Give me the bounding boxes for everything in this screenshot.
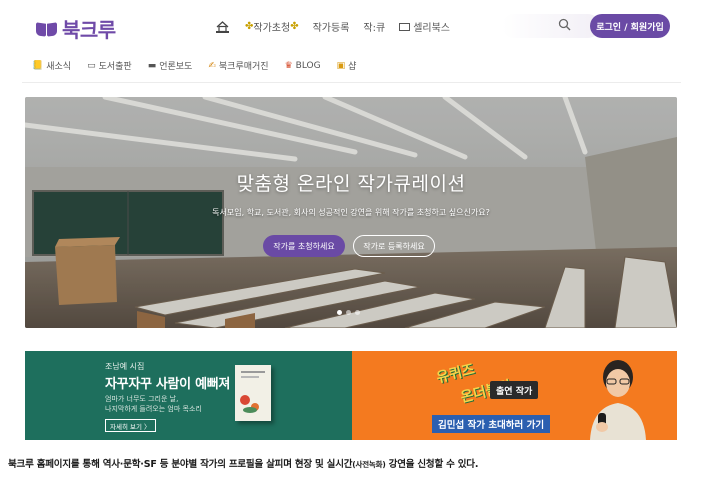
subnav-item-blog[interactable]: ♛ BLOG <box>285 61 321 71</box>
nav-item-label: 작:큐 <box>363 23 386 34</box>
screenshot-frame: 북크루 ✤ 작가초청 ✤ 작가등록 작:큐 셀리북스 로그인 / 회원가입 📒 … <box>0 0 701 470</box>
invite-author-cta[interactable]: 김민섭 작가 초대하러 가기 <box>432 415 551 433</box>
sparkle-icon: ✤ <box>290 21 299 32</box>
show-logo: 유퀴즈 <box>434 361 477 387</box>
article-caption: 북크루 홈페이지를 통해 역사·문학·SF 등 분야별 작가의 프로필을 살피며… <box>8 456 478 470</box>
hero-carousel[interactable]: 맞춤형 온라인 작가큐레이션 독서모임, 학교, 도서관, 회사의 성공적인 강… <box>25 97 677 328</box>
newspaper-icon: ▬ <box>147 60 157 71</box>
see-more-button[interactable]: 자세히 보기 〉 <box>105 419 156 432</box>
nav-item-label: 작가초청 <box>253 23 291 34</box>
subnav-item-label: 도서출판 <box>98 62 132 72</box>
gift-icon: ▣ <box>336 60 346 71</box>
carousel-dot[interactable] <box>355 310 360 315</box>
sparkle-icon: ✤ <box>245 21 254 32</box>
header-divider <box>22 82 681 83</box>
main-nav: ✤ 작가초청 ✤ 작가등록 작:큐 셀리북스 <box>216 19 464 34</box>
pencil-icon: ✍ <box>208 60 216 71</box>
nav-item-jakcue[interactable]: 작:큐 <box>363 19 385 34</box>
site-header: 북크루 ✤ 작가초청 ✤ 작가등록 작:큐 셀리북스 로그인 / 회원가입 <box>22 10 682 44</box>
login-signup-button[interactable]: 로그인 / 회원가입 <box>590 14 670 38</box>
banner-desc: 엄마가 너무도 그리운 날, <box>105 395 179 403</box>
caption-text: 강연을 신청할 수 있다. <box>385 459 479 470</box>
poetry-book-banner[interactable]: 조남예 시집 자꾸자꾸 사람이 예뻐져 엄마가 너무도 그리운 날, 나지막하게… <box>25 351 352 440</box>
notebook-icon: 📒 <box>32 60 44 71</box>
hero-subtitle: 독서모임, 학교, 도서관, 회사의 성공적인 강연을 위해 작가를 초청하고 … <box>212 208 490 217</box>
featured-author-tag: 출연 작가 <box>490 381 539 399</box>
home-icon[interactable] <box>216 20 229 33</box>
hero-title: 맞춤형 온라인 작가큐레이션 <box>236 173 466 195</box>
subnav-item-label: BLOG <box>295 60 321 71</box>
subnav-item-label: 북크루매거진 <box>218 62 269 72</box>
invite-author-button[interactable]: 작가를 초청하세요 <box>263 235 345 257</box>
trophy-icon: ♛ <box>284 60 293 71</box>
book-logo-icon <box>36 21 58 37</box>
author-photo <box>590 360 646 440</box>
subnav-item-magazine[interactable]: ✍ 북크루매거진 <box>208 59 269 73</box>
site-logo[interactable]: 북크루 <box>36 14 116 43</box>
register-author-button[interactable]: 작가로 등록하세요 <box>353 235 435 257</box>
nav-item-label: 셀리북스 <box>413 23 450 34</box>
subnav-item-label: 샵 <box>348 62 357 72</box>
book-cover-image <box>235 365 271 421</box>
nav-item-label: 작가등록 <box>312 23 350 34</box>
sub-nav: 📒 새소식 ▭ 도서출판 ▬ 언론보도 ✍ 북크루매거진 ♛ BLOG ▣ 샵 <box>32 59 372 73</box>
subnav-item-publishing[interactable]: ▭ 도서출판 <box>87 59 132 73</box>
logo-text: 북크루 <box>62 18 116 42</box>
subnav-item-label: 새소식 <box>46 62 72 72</box>
search-area[interactable] <box>502 14 600 38</box>
caption-note: (사전녹화) <box>352 460 386 469</box>
book-icon <box>399 22 411 31</box>
subnav-item-press[interactable]: ▬ 언론보도 <box>147 59 193 73</box>
banner-author: 조남예 시집 <box>105 362 145 371</box>
nav-item-invite-author[interactable]: ✤ 작가초청 ✤ <box>245 19 299 34</box>
subnav-item-label: 언론보도 <box>159 62 193 72</box>
carousel-dot[interactable] <box>337 310 342 315</box>
nav-item-sellybooks[interactable]: 셀리북스 <box>399 19 450 34</box>
subnav-item-news[interactable]: 📒 새소식 <box>32 59 72 73</box>
carousel-dot[interactable] <box>346 310 351 315</box>
folder-icon: ▭ <box>87 60 96 71</box>
banner-title: 자꾸자꾸 사람이 예뻐져 <box>105 377 231 392</box>
banner-desc: 나지막하게 들려오는 엄마 목소리 <box>105 405 202 413</box>
subnav-item-shop[interactable]: ▣ 샵 <box>336 59 357 73</box>
search-icon[interactable] <box>558 18 572 32</box>
author-invite-banner[interactable]: 유퀴즈 온더블럭 출연 작가 김민섭 작가 초대하러 가기 <box>352 351 677 440</box>
carousel-dots <box>337 310 364 315</box>
caption-text: 북크루 홈페이지를 통해 역사·문학·SF 등 분야별 작가의 프로필을 살피며… <box>8 459 353 470</box>
nav-item-register-author[interactable]: 작가등록 <box>313 19 350 34</box>
